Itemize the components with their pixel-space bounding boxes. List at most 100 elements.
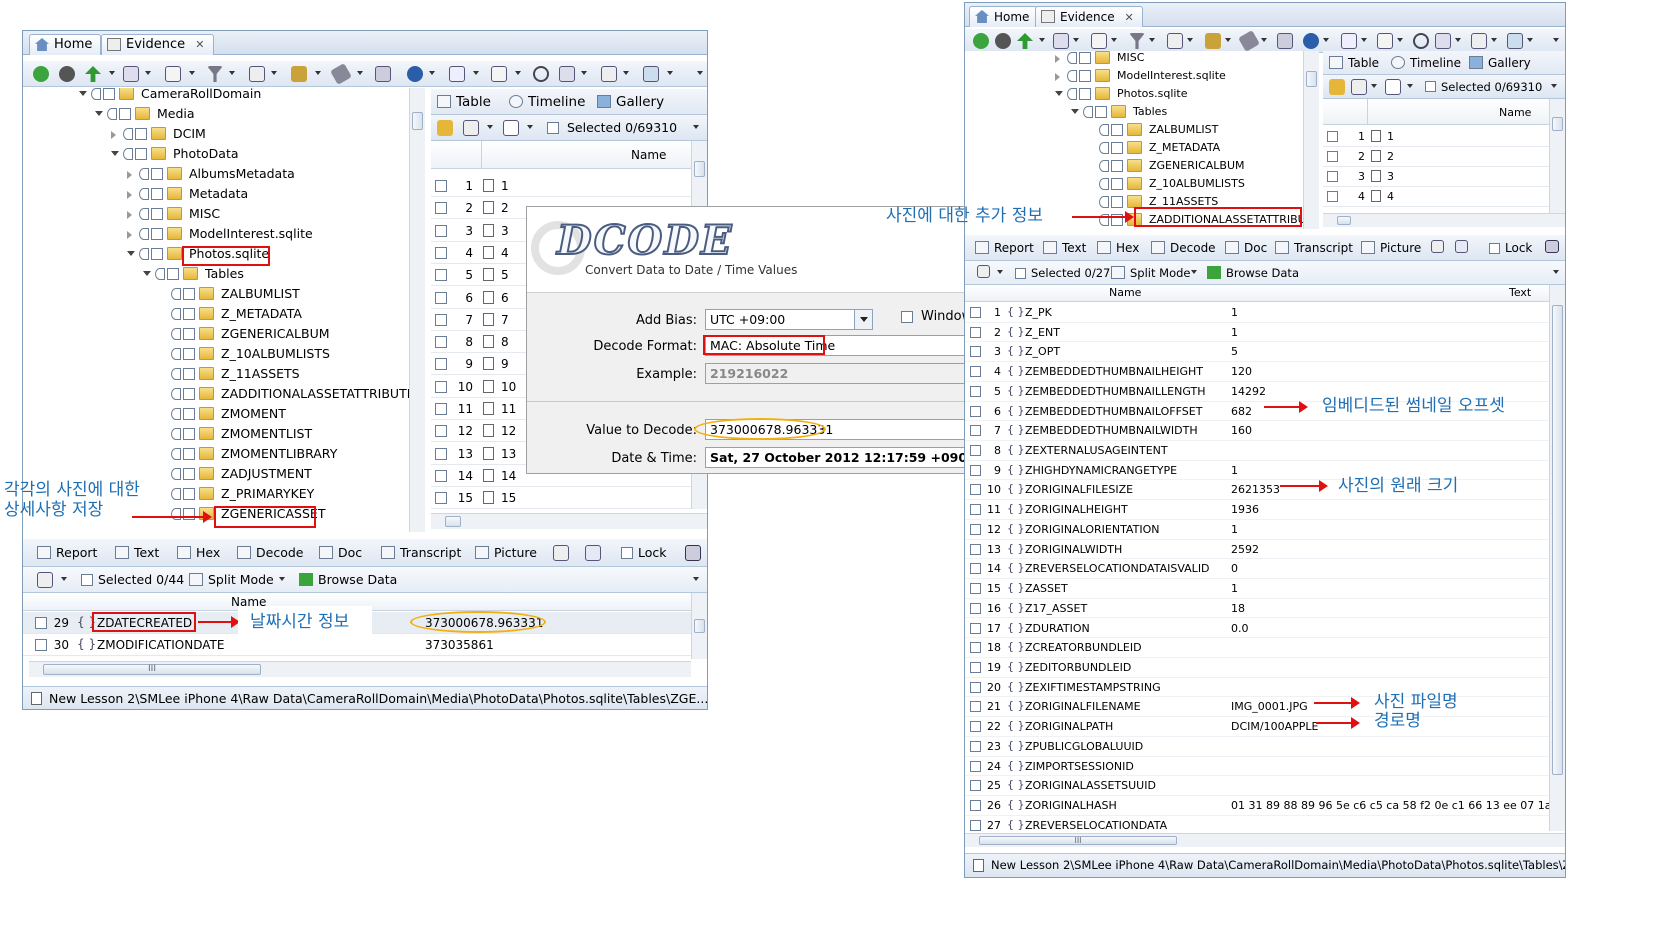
view-tab-gallery[interactable]: Gallery	[597, 94, 664, 110]
tree-checkbox[interactable]	[135, 148, 147, 160]
chart-icon[interactable]	[1435, 33, 1451, 49]
eraser-dropdown-icon[interactable]	[357, 71, 363, 75]
tree-checkbox[interactable]	[183, 288, 195, 300]
filter-icon[interactable]	[1129, 33, 1145, 49]
row-checkbox[interactable]	[1327, 171, 1338, 182]
gallery-tool-icon[interactable]	[643, 66, 659, 82]
tree-mark-icon[interactable]	[171, 408, 181, 420]
row-checkbox[interactable]	[970, 642, 981, 654]
grid-cols-icon[interactable]	[37, 572, 53, 588]
grid-toolbar-overflow-icon[interactable]	[693, 125, 699, 129]
row-checkbox[interactable]	[970, 484, 981, 496]
expanded-arrow-icon[interactable]	[111, 151, 119, 156]
hierarchy-dropdown-icon[interactable]	[1361, 38, 1367, 42]
btn-transcript[interactable]: Transcript	[381, 545, 461, 561]
gallery-tool-icon[interactable]	[1507, 33, 1523, 49]
table-row[interactable]: 11 { } ZORIGINALHEIGHT 1936	[965, 500, 1549, 520]
row-checkbox[interactable]	[970, 405, 981, 417]
tree-mark-icon[interactable]	[171, 328, 181, 340]
folder-up-icon[interactable]	[1329, 79, 1345, 95]
row-checkbox[interactable]	[970, 760, 981, 772]
subtoolbar-overflow-icon[interactable]	[1553, 270, 1559, 274]
hierarchy-dropdown-icon[interactable]	[473, 71, 479, 75]
view-dropdown-icon[interactable]	[145, 71, 151, 75]
add-bias-select[interactable]: UTC +09:00	[705, 309, 873, 330]
view-tab-table[interactable]: Table	[1329, 55, 1379, 71]
row-checkbox[interactable]	[435, 224, 447, 237]
tree-checkbox[interactable]	[151, 208, 163, 220]
tree-checkbox[interactable]	[1111, 178, 1123, 190]
bottom-selected[interactable]: Selected 0/27	[1015, 265, 1110, 281]
sort-dropdown-icon[interactable]	[1397, 38, 1403, 42]
table-row[interactable]: 25 { } ZORIGINALASSETSUUID	[965, 776, 1549, 796]
forward-icon[interactable]	[59, 66, 75, 82]
table-row[interactable]: 2 { } Z_ENT 1	[965, 323, 1549, 343]
row-checkbox[interactable]	[970, 563, 981, 575]
table-row[interactable]: 16 { } Z17_ASSET 18	[965, 599, 1549, 619]
list-dropdown-icon[interactable]	[189, 71, 195, 75]
table-row[interactable]: 21 { } ZORIGINALFILENAME IMG_0001.JPG	[965, 697, 1549, 718]
bottom-selected[interactable]: Selected 0/44	[81, 572, 184, 588]
left-tree-scroll-thumb[interactable]	[412, 112, 423, 130]
columns-icon[interactable]	[463, 120, 479, 136]
collapsed-arrow-icon[interactable]	[127, 171, 132, 179]
row-checkbox[interactable]	[970, 583, 981, 595]
btn-text[interactable]: Text	[1043, 240, 1086, 256]
row-checkbox[interactable]	[970, 681, 981, 693]
table-row[interactable]: 26 { } ZORIGINALHASH 01 31 89 88 89 96 5e c…	[965, 796, 1549, 816]
tree-mark-icon[interactable]	[123, 128, 133, 140]
row-checkbox[interactable]	[970, 740, 981, 752]
collapsed-arrow-icon[interactable]	[1055, 55, 1060, 63]
btn-lock[interactable]: Lock	[621, 545, 667, 561]
tree-checkbox[interactable]	[119, 108, 131, 120]
report-dropdown-icon[interactable]	[623, 71, 629, 75]
select-all-checkbox[interactable]	[1425, 81, 1436, 92]
tree-checkbox[interactable]	[103, 88, 115, 100]
collapsed-arrow-icon[interactable]	[1055, 73, 1060, 81]
btn-report[interactable]: Report	[37, 545, 97, 561]
tree-checkbox[interactable]	[1111, 124, 1123, 136]
filter-dropdown-icon[interactable]	[1149, 38, 1155, 42]
row-checkbox[interactable]	[970, 661, 981, 673]
view-tab-timeline[interactable]: Timeline	[1391, 55, 1461, 71]
row-checkbox[interactable]	[435, 403, 447, 415]
tree-checkbox[interactable]	[151, 188, 163, 200]
export-icon[interactable]	[1205, 33, 1221, 49]
btn-report[interactable]: Report	[975, 240, 1034, 256]
table-row[interactable]: 22	[1323, 147, 1549, 167]
columns-icon[interactable]	[1351, 79, 1367, 95]
up-dropdown-icon[interactable]	[109, 71, 115, 75]
info-icon[interactable]	[407, 66, 423, 82]
row-checkbox[interactable]	[970, 622, 981, 634]
tree-checkbox[interactable]	[1111, 160, 1123, 172]
view-dropdown-icon[interactable]	[1073, 38, 1079, 42]
table-row[interactable]: 30 { } ZMODIFICATIONDATE 373035861	[23, 634, 691, 656]
tree-checkbox[interactable]	[1111, 142, 1123, 154]
left-bottom-scrollbar[interactable]	[691, 593, 707, 659]
row-checkbox[interactable]	[970, 326, 981, 338]
btn-doc[interactable]: Doc	[319, 545, 362, 561]
tree-mark-icon[interactable]	[171, 308, 181, 320]
tree-mark-icon[interactable]	[171, 468, 181, 480]
row-checkbox[interactable]	[435, 492, 447, 505]
view-tab-gallery[interactable]: Gallery	[1469, 55, 1531, 71]
row-checkbox[interactable]	[1327, 131, 1338, 142]
up-icon[interactable]	[1017, 33, 1033, 49]
export-dropdown-icon[interactable]	[1225, 38, 1231, 42]
left-bottom-hscroll-thumb[interactable]: III	[43, 664, 261, 675]
search-icon[interactable]	[1413, 33, 1429, 49]
table-row[interactable]: 23 { } ZPUBLICGLOBALUUID	[965, 737, 1549, 757]
hierarchy-icon[interactable]	[1341, 33, 1357, 49]
btn-picture[interactable]: Picture	[1361, 240, 1421, 256]
row-checkbox[interactable]	[435, 313, 447, 326]
tree-checkbox[interactable]	[183, 488, 195, 500]
tree-checkbox[interactable]	[183, 388, 195, 400]
detach-icon[interactable]	[1545, 240, 1559, 253]
pane-icon[interactable]	[1431, 240, 1444, 253]
up-dropdown-icon[interactable]	[1039, 38, 1045, 42]
close-icon[interactable]: ✕	[195, 38, 204, 51]
back-icon[interactable]	[973, 33, 989, 49]
data-grid-header-name[interactable]: Name	[1109, 286, 1141, 299]
table-row[interactable]: 13 { } ZORIGINALWIDTH 2592	[965, 540, 1549, 560]
list-dropdown-icon[interactable]	[1111, 38, 1117, 42]
